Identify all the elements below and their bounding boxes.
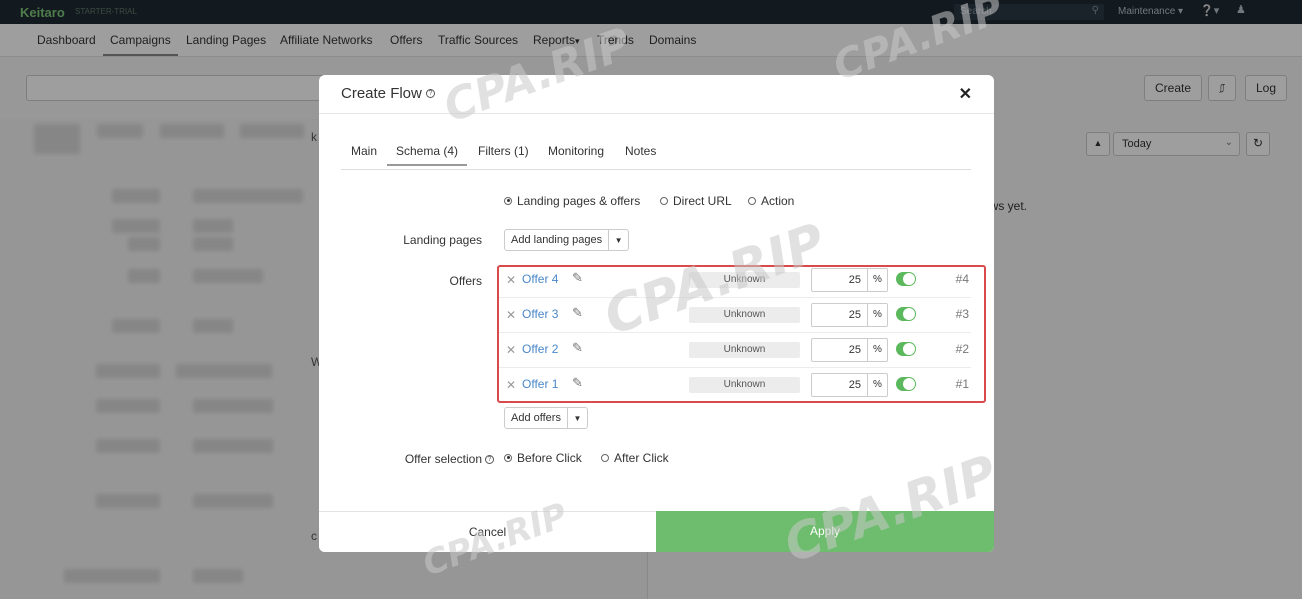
tab-schema[interactable]: Schema (4)	[387, 144, 468, 166]
modal-title: Create Flow	[341, 85, 422, 102]
schema-radio-direct-url[interactable]: Direct URL	[660, 194, 732, 208]
schema-radio-action[interactable]: Action	[748, 194, 794, 208]
help-icon[interactable]: ?	[426, 89, 435, 98]
offer-selection-label: Offer selection	[404, 452, 482, 466]
modal-tabs: Main Schema (4) Filters (1) Monitoring N…	[341, 137, 971, 170]
add-offers-label[interactable]: Add offers	[505, 408, 568, 428]
schema-option-label: Action	[761, 194, 795, 208]
tab-monitoring[interactable]: Monitoring	[548, 144, 604, 158]
tab-main[interactable]: Main	[351, 144, 377, 158]
schema-option-label: Direct URL	[673, 194, 732, 208]
offer-selection-before-click[interactable]: Before Click	[504, 451, 582, 465]
schema-radio-landing-offers[interactable]: Landing pages & offers	[504, 194, 640, 208]
offers-highlight-box	[497, 265, 986, 403]
schema-option-label: Landing pages & offers	[517, 194, 641, 208]
radio-selected-icon	[504, 196, 512, 205]
tab-filters[interactable]: Filters (1)	[478, 144, 529, 158]
offer-selection-after-click[interactable]: After Click	[601, 451, 669, 465]
create-flow-modal: Create Flow ? ✕ Main Schema (4) Filters …	[319, 75, 994, 552]
tab-notes[interactable]: Notes	[625, 144, 656, 158]
header-divider	[319, 113, 994, 114]
add-offers-button[interactable]: Add offers ▼	[504, 407, 588, 429]
caret-down-icon[interactable]: ▼	[568, 408, 587, 428]
radio-icon	[748, 196, 756, 205]
offer-selection-option-label: After Click	[614, 451, 669, 465]
add-landing-pages-button[interactable]: Add landing pages ▼	[504, 229, 630, 251]
apply-button[interactable]: Apply	[656, 511, 994, 552]
add-landing-pages-label[interactable]: Add landing pages	[505, 230, 610, 250]
cancel-button[interactable]: Cancel	[319, 511, 656, 552]
offer-selection-option-label: Before Click	[517, 451, 582, 465]
caret-down-icon[interactable]: ▼	[609, 230, 628, 250]
close-icon[interactable]: ✕	[959, 84, 972, 104]
radio-icon	[601, 453, 609, 462]
landing-pages-label: Landing pages	[403, 233, 482, 247]
help-icon[interactable]: ?	[485, 455, 494, 464]
radio-icon	[660, 196, 668, 205]
offers-label: Offers	[449, 274, 482, 288]
radio-selected-icon	[504, 453, 512, 462]
modal-footer: Cancel Apply	[319, 511, 994, 552]
